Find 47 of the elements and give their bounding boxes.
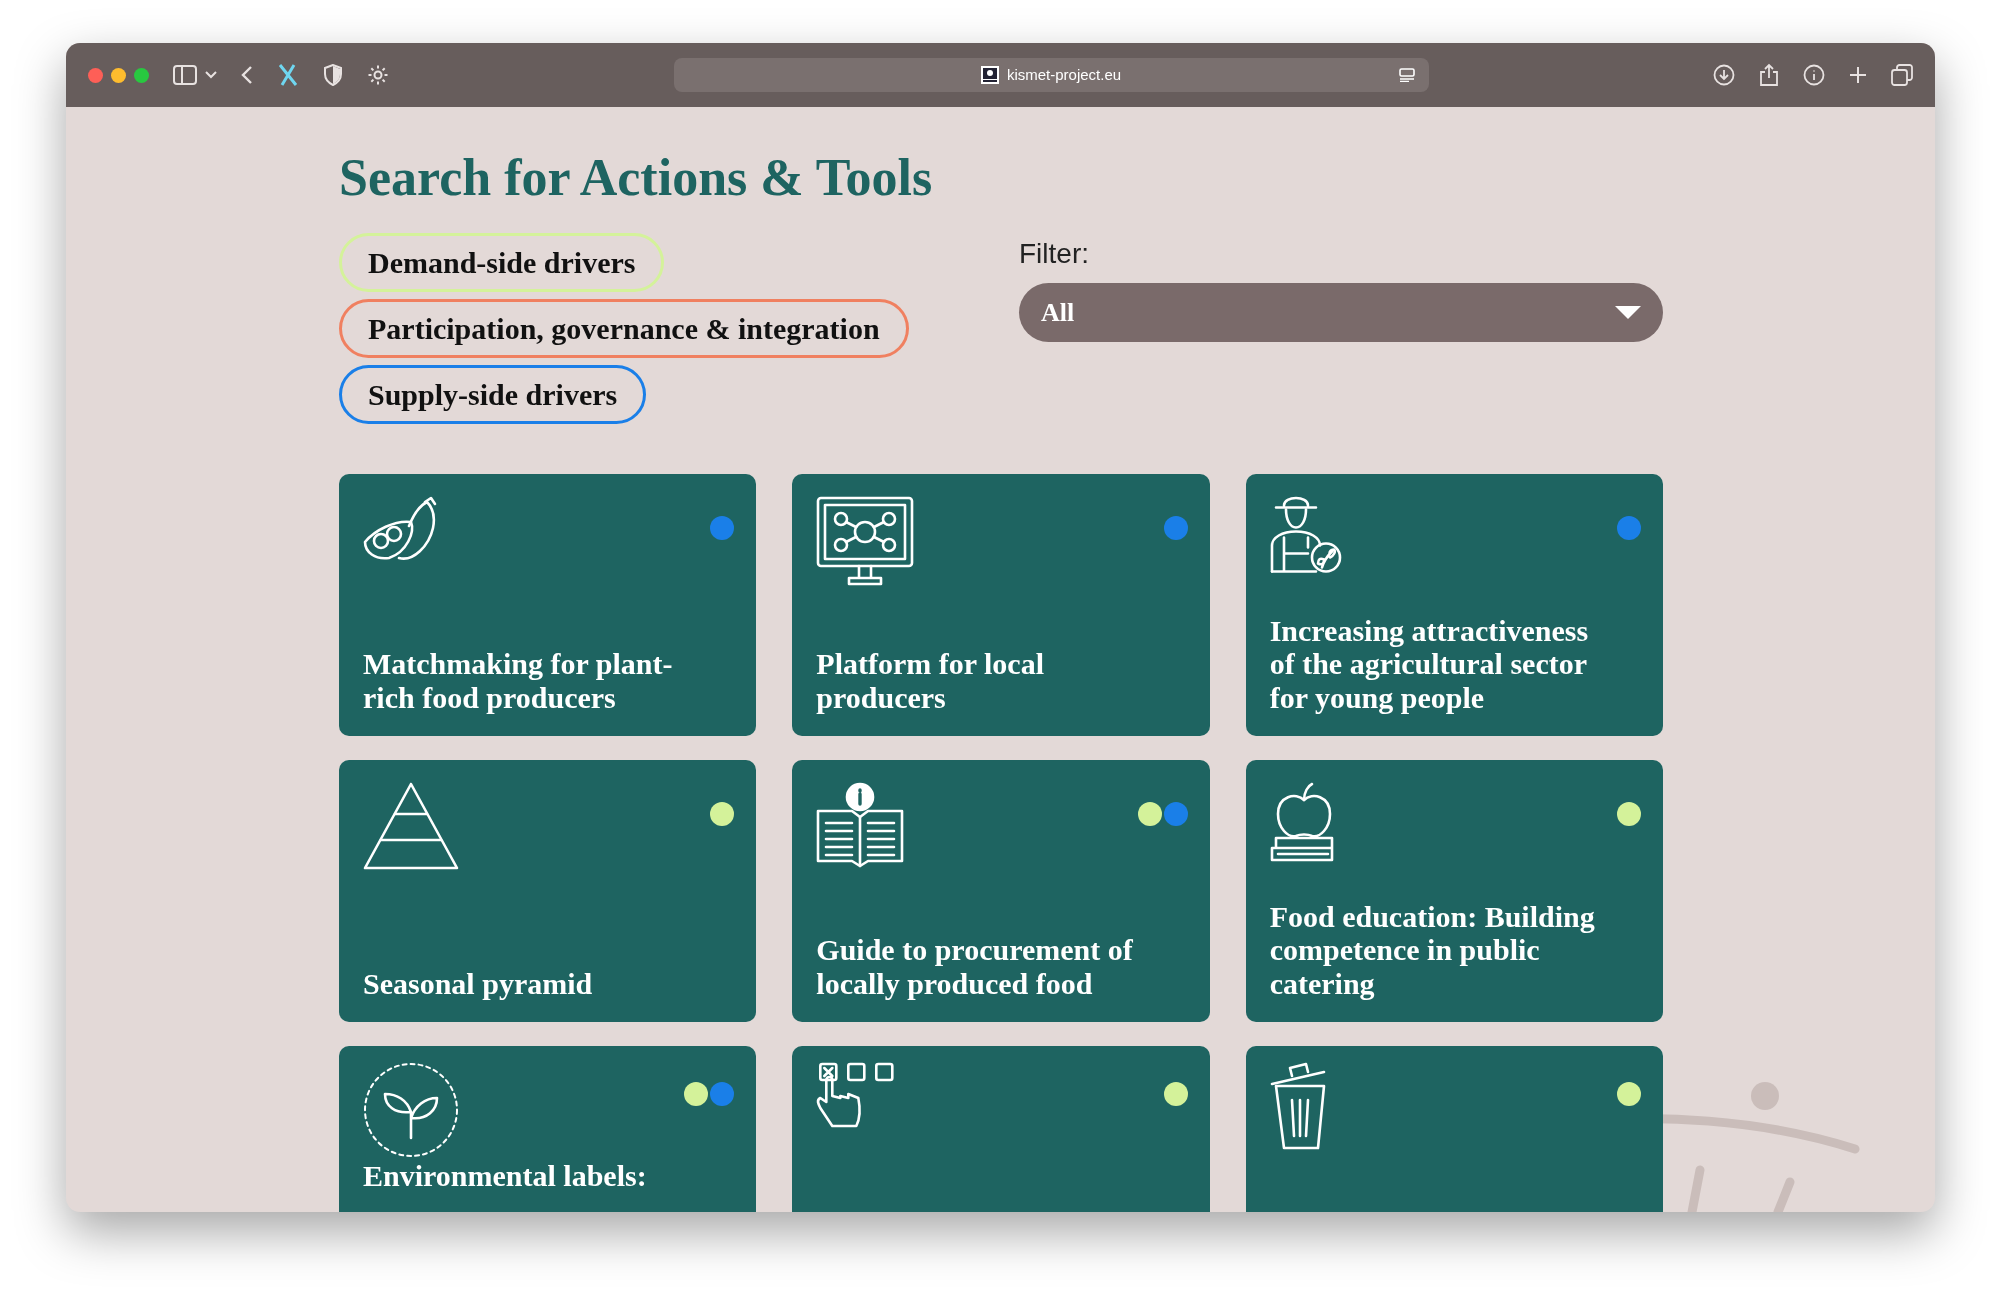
card-title: Environmental labels:: [363, 1160, 648, 1192]
card-title: Guide to procurement of locally produced food: [816, 933, 1134, 1001]
chevron-down-icon[interactable]: [205, 71, 217, 79]
farmer-icon: [1269, 496, 1342, 574]
card-title: Seasonal pyramid: [363, 966, 594, 1001]
card-title: Matchmaking for plant-rich food producers: [363, 647, 674, 715]
sidebar-icon[interactable]: [173, 65, 197, 85]
reader-icon[interactable]: [1398, 68, 1415, 82]
caret-icon: [1615, 306, 1641, 320]
card-title: Increasing attractiveness of the agricultural sector for young people: [1269, 613, 1590, 715]
tool-card[interactable]: Seasonal pyramid: [339, 760, 757, 1023]
shield-icon[interactable]: [323, 64, 343, 86]
new-tab-icon[interactable]: [1849, 66, 1867, 84]
settings-icon[interactable]: [367, 64, 389, 86]
tool-card[interactable]: Food education: Building competence in public catering: [1245, 760, 1663, 1023]
info-icon[interactable]: [1803, 64, 1825, 86]
share-icon[interactable]: [1759, 63, 1779, 87]
vegetable-icon: [363, 496, 437, 561]
favicon-icon: [980, 66, 999, 84]
minimize-button[interactable]: [111, 67, 126, 83]
card-title: Platform for local producers: [816, 647, 1046, 715]
tool-card[interactable]: Platform for local producers: [792, 474, 1210, 737]
download-icon[interactable]: [1713, 64, 1735, 86]
filter-label: Filter:: [1019, 237, 1090, 272]
back-icon[interactable]: [241, 65, 253, 85]
filter-dropdown[interactable]: All: [1019, 283, 1663, 343]
apple-books-icon: [1269, 782, 1334, 863]
category-chip[interactable]: Supply-side drivers: [339, 365, 647, 425]
extension-icon[interactable]: [277, 63, 299, 87]
tool-card[interactable]: Guide to procurement of locally produced food: [792, 760, 1210, 1023]
tabs-overview-icon[interactable]: [1891, 64, 1913, 86]
address-bar[interactable]: kismet-project.eu: [673, 58, 1429, 92]
category-chip[interactable]: Demand-side drivers: [339, 233, 665, 293]
book-info-icon: [816, 782, 905, 869]
card-title: Food education: Building competence in public catering: [1269, 899, 1596, 1001]
monitor-icon: [816, 496, 915, 587]
category-chip[interactable]: Participation, governance & integration: [339, 299, 909, 359]
page-title: Search for Actions & Tools: [339, 148, 934, 208]
pyramid-icon: [363, 782, 459, 871]
trash-icon: [1269, 1062, 1326, 1151]
hand-checkbox-icon: [816, 1062, 895, 1129]
maximize-button[interactable]: [134, 67, 149, 83]
tool-card[interactable]: Matchmaking for plant-rich food producers: [339, 474, 757, 737]
sprout-circle-icon: [363, 1062, 459, 1159]
tool-card[interactable]: Increasing attractiveness of the agricultural sector for young people: [1245, 474, 1663, 737]
url-text: kismet-project.eu: [1006, 64, 1122, 85]
tool-card[interactable]: Environmental labels:: [339, 1046, 757, 1212]
